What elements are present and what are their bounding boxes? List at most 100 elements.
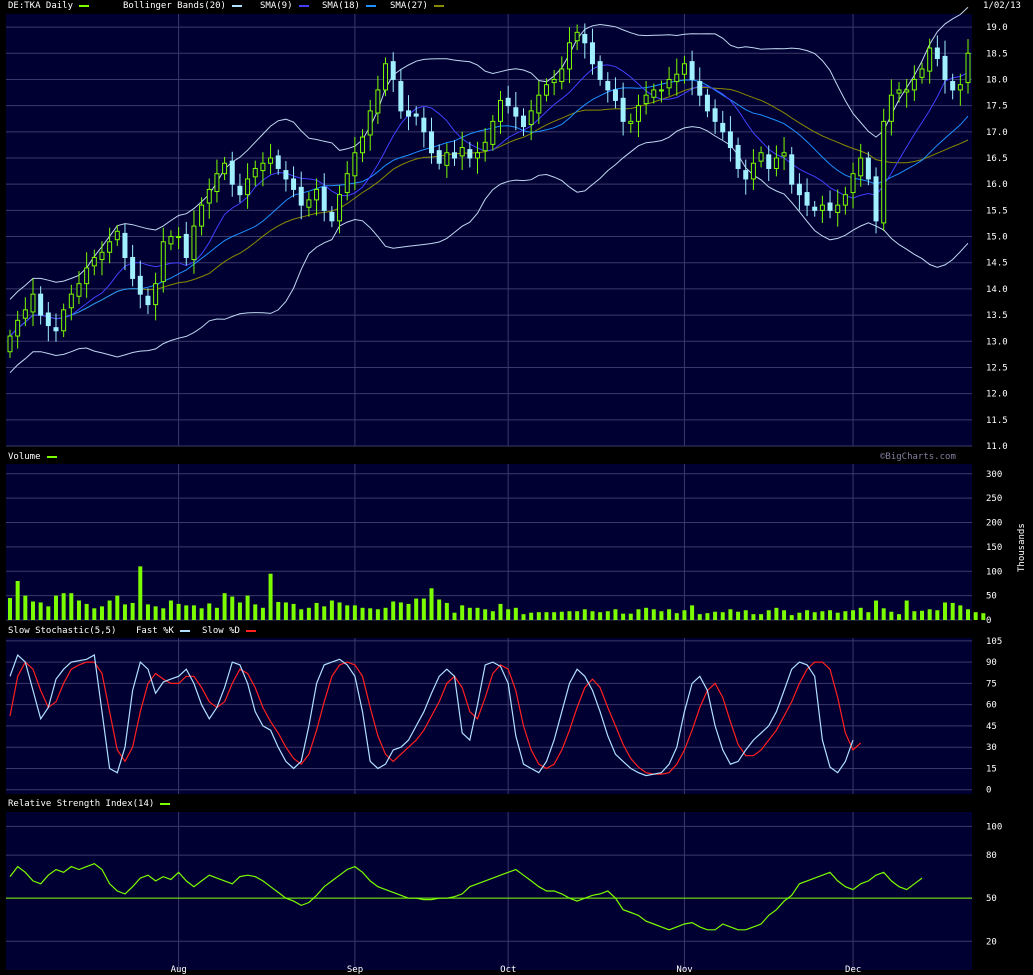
volume-bar <box>306 607 311 620</box>
candle-body <box>252 167 258 178</box>
price-tick-label: 12.0 <box>986 390 1008 400</box>
candle-body <box>429 131 435 154</box>
candle-body <box>513 107 519 117</box>
volume-bar <box>46 606 51 620</box>
volume-bar <box>866 612 871 620</box>
candle-body <box>291 178 297 190</box>
volume-bar <box>283 602 288 620</box>
price-panel <box>6 14 972 446</box>
volume-bar <box>782 610 787 620</box>
candle-body <box>15 319 21 337</box>
volume-bar <box>337 602 342 620</box>
volume-bar <box>582 609 587 620</box>
price-tick-label: 13.0 <box>986 337 1008 347</box>
volume-bar <box>276 601 281 620</box>
candle-body <box>268 157 274 164</box>
volume-bar <box>168 600 173 620</box>
volume-unit-label: Thousands <box>1017 523 1027 572</box>
candle-body <box>84 267 90 285</box>
candle-body <box>528 110 534 125</box>
volume-bar <box>207 603 212 620</box>
stochastic-tick-label: 105 <box>986 637 1002 647</box>
candle-body <box>168 236 174 245</box>
volume-bar <box>421 598 426 620</box>
candle-body <box>505 97 511 107</box>
candle-body <box>199 204 205 227</box>
candle-body <box>842 194 848 206</box>
rsi-tick-label: 80 <box>986 851 997 861</box>
volume-bar <box>161 608 166 620</box>
volume-bar <box>575 611 580 620</box>
volume-bar <box>214 607 219 620</box>
volume-bar <box>467 607 472 620</box>
candle-body <box>260 162 266 172</box>
volume-bar <box>391 601 396 620</box>
volume-bar <box>920 610 925 620</box>
volume-bar <box>958 605 963 620</box>
volume-bar <box>981 613 986 620</box>
sma27-legend: SMA(27) <box>390 1 444 11</box>
volume-bar <box>237 602 242 620</box>
price-tick-label: 18.0 <box>986 75 1008 85</box>
candle-body <box>620 97 626 122</box>
price-tick-label: 17.5 <box>986 102 1008 112</box>
candle-body <box>651 89 657 98</box>
volume-bar <box>881 608 886 620</box>
volume-bar <box>843 611 848 620</box>
candle-body <box>536 94 542 114</box>
volume-bar <box>299 609 304 620</box>
volume-bar <box>851 610 856 620</box>
price-tick-label: 17.0 <box>986 128 1008 138</box>
candle-body <box>597 61 603 80</box>
volume-bar <box>475 607 480 620</box>
volume-bar <box>23 595 28 620</box>
candle-body <box>758 152 764 162</box>
slowd-legend: Slow %D <box>202 626 256 636</box>
volume-bar <box>452 612 457 620</box>
volume-bar <box>69 593 74 620</box>
volume-bar <box>329 600 334 620</box>
volume-bar <box>199 608 204 620</box>
rsi-panel <box>6 812 972 970</box>
candle-body <box>796 183 802 196</box>
month-label: Oct <box>500 965 516 975</box>
volume-bar <box>490 611 495 620</box>
volume-bar <box>559 611 564 620</box>
volume-bar <box>674 613 679 620</box>
candle-body <box>459 147 465 157</box>
volume-bar <box>122 604 127 620</box>
volume-tick-label: 250 <box>986 494 1002 504</box>
candle-body <box>957 84 963 91</box>
volume-bar <box>774 607 779 620</box>
candle-body <box>214 173 220 193</box>
volume-bar <box>99 606 104 620</box>
volume-bar <box>406 603 411 620</box>
volume-bar <box>352 605 357 620</box>
volume-bar <box>682 610 687 620</box>
volume-bar <box>613 609 618 620</box>
candle-body <box>911 78 917 91</box>
volume-bar <box>107 600 112 620</box>
volume-bar <box>536 612 541 620</box>
volume-bar <box>375 609 380 620</box>
volume-bar <box>360 607 365 620</box>
candle-body <box>934 47 940 60</box>
candle-body <box>804 192 810 206</box>
candle-body <box>413 113 419 117</box>
volume-bar <box>567 611 572 620</box>
candle-body <box>176 236 182 239</box>
volume-bar <box>820 611 825 620</box>
candle-body <box>76 283 82 297</box>
candle-body <box>812 206 818 211</box>
volume-bar <box>291 603 296 620</box>
volume-bar <box>498 603 503 620</box>
candle-body <box>367 110 373 136</box>
volume-bar <box>76 600 81 620</box>
volume-bar <box>153 606 158 620</box>
candle-body <box>950 81 956 91</box>
volume-bar <box>245 595 250 620</box>
volume-bar <box>30 601 35 620</box>
price-tick-label: 14.0 <box>986 285 1008 295</box>
volume-bar <box>130 602 135 620</box>
candle-body <box>727 131 733 149</box>
